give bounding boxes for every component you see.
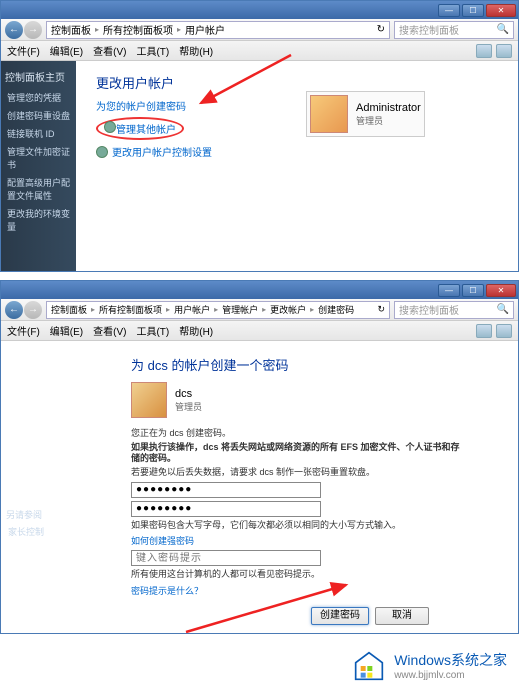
info-text: 若要避免以后丢失数据，请要求 dcs 制作一张密码重置软盘。 [131, 467, 461, 479]
password-hint-input[interactable] [131, 550, 321, 566]
breadcrumb[interactable]: 管理帐户 [222, 303, 258, 316]
sidebar-item-onlineid[interactable]: 链接联机 ID [5, 126, 72, 141]
sidebar-item-credentials[interactable]: 管理您的凭据 [5, 90, 72, 105]
strong-password-link[interactable]: 如何创建强密码 [131, 534, 518, 547]
help-icon[interactable] [496, 44, 512, 58]
search-input[interactable]: 搜索控制面板 🔍 [394, 21, 514, 39]
cancel-button[interactable]: 取消 [375, 607, 429, 625]
page-title: 更改用户帐户 [96, 73, 498, 92]
main-content: 更改用户帐户 为您的帐户创建密码 管理其他帐户 更改用户帐户控制设置 Admi [76, 61, 518, 271]
house-logo-icon [352, 651, 386, 681]
confirm-password-input[interactable] [131, 501, 321, 517]
titlebar: — ☐ ✕ [1, 281, 518, 299]
shield-icon [104, 121, 116, 133]
breadcrumb[interactable]: 用户帐户 [185, 22, 225, 37]
menubar: 文件(F) 编辑(E) 查看(V) 工具(T) 帮助(H) [1, 321, 518, 341]
menu-view[interactable]: 查看(V) [93, 43, 126, 58]
minimize-button[interactable]: — [438, 284, 460, 297]
account-name: Administrator [356, 102, 421, 114]
navbar: ← → 控制面板▸ 所有控制面板项▸ 用户帐户 ↻ 搜索控制面板 🔍 [1, 19, 518, 41]
user-role: 管理员 [175, 400, 202, 413]
breadcrumb[interactable]: 创建密码 [318, 303, 354, 316]
address-bar[interactable]: 控制面板▸ 所有控制面板项▸ 用户帐户 ↻ [46, 21, 390, 39]
sidebar-item-resetdisk[interactable]: 创建密码重设盘 [5, 108, 72, 123]
nav-back-button[interactable]: ← [5, 301, 23, 319]
organize-icon[interactable] [476, 44, 492, 58]
minimize-button[interactable]: — [438, 4, 460, 17]
refresh-icon[interactable]: ↻ [377, 304, 385, 315]
menu-edit[interactable]: 编辑(E) [50, 323, 83, 338]
window-user-accounts: — ☐ ✕ ← → 控制面板▸ 所有控制面板项▸ 用户帐户 ↻ 搜索控制面板 🔍… [0, 0, 519, 272]
search-icon: 🔍 [497, 304, 509, 315]
sidebar-item-envvars[interactable]: 更改我的环境变量 [5, 206, 72, 234]
address-bar[interactable]: 控制面板▸ 所有控制面板项▸ 用户帐户▸ 管理帐户▸ 更改帐户▸ 创建密码 ↻ [46, 301, 390, 319]
info-text: 您正在为 dcs 创建密码。 [131, 428, 461, 440]
task-create-password[interactable]: 为您的帐户创建密码 [96, 98, 498, 113]
user-name: dcs [175, 388, 202, 400]
brand-url: www.bjjmlv.com [394, 670, 507, 681]
breadcrumb[interactable]: 控制面板 [51, 22, 91, 37]
navbar: ← → 控制面板▸ 所有控制面板项▸ 用户帐户▸ 管理帐户▸ 更改帐户▸ 创建密… [1, 299, 518, 321]
menu-edit[interactable]: 编辑(E) [50, 43, 83, 58]
breadcrumb[interactable]: 所有控制面板项 [103, 22, 173, 37]
hint-help-link[interactable]: 密码提示是什么？ [131, 584, 518, 597]
watermark: Windows系统之家 www.bjjmlv.com [0, 642, 519, 685]
new-password-input[interactable] [131, 482, 321, 498]
shield-icon [96, 146, 108, 158]
avatar [310, 95, 348, 133]
menu-view[interactable]: 查看(V) [93, 323, 126, 338]
search-icon: 🔍 [497, 24, 509, 35]
maximize-button[interactable]: ☐ [462, 4, 484, 17]
account-role: 管理员 [356, 114, 421, 127]
menu-help[interactable]: 帮助(H) [179, 323, 213, 338]
close-button[interactable]: ✕ [486, 4, 516, 17]
hint-desc: 所有使用这台计算机的人都可以看见密码提示。 [131, 569, 461, 581]
hint-label: 如果密码包含大写字母，它们每次都必须以相同的大小写方式输入。 [131, 520, 461, 532]
nav-back-button[interactable]: ← [5, 21, 23, 39]
menu-file[interactable]: 文件(F) [7, 43, 40, 58]
sidebar-item-certs[interactable]: 管理文件加密证书 [5, 144, 72, 172]
organize-icon[interactable] [476, 324, 492, 338]
avatar [131, 382, 167, 418]
page-title: 为 dcs 的帐户创建一个密码 [131, 355, 518, 374]
titlebar: — ☐ ✕ [1, 1, 518, 19]
account-tile[interactable]: Administrator 管理员 [306, 91, 425, 137]
main-content: 为 dcs 的帐户创建一个密码 dcs 管理员 您正在为 dcs 创建密码。 如… [1, 341, 518, 633]
nav-forward-button[interactable]: → [24, 301, 42, 319]
menu-tools[interactable]: 工具(T) [136, 323, 169, 338]
breadcrumb[interactable]: 所有控制面板项 [99, 303, 162, 316]
nav-forward-button[interactable]: → [24, 21, 42, 39]
breadcrumb[interactable]: 控制面板 [51, 303, 87, 316]
sidebar-title: 控制面板主页 [5, 69, 72, 84]
close-button[interactable]: ✕ [486, 284, 516, 297]
highlight-circle: 管理其他帐户 [96, 117, 184, 140]
menu-tools[interactable]: 工具(T) [136, 43, 169, 58]
search-input[interactable]: 搜索控制面板 🔍 [394, 301, 514, 319]
breadcrumb[interactable]: 用户帐户 [174, 303, 210, 316]
breadcrumb[interactable]: 更改帐户 [270, 303, 306, 316]
create-password-button[interactable]: 创建密码 [311, 607, 369, 625]
refresh-icon[interactable]: ↻ [377, 24, 385, 35]
menubar: 文件(F) 编辑(E) 查看(V) 工具(T) 帮助(H) [1, 41, 518, 61]
menu-help[interactable]: 帮助(H) [179, 43, 213, 58]
brand-name: Windows系统之家 [394, 650, 507, 670]
sidebar-item-profiles[interactable]: 配置高级用户配置文件属性 [5, 175, 72, 203]
maximize-button[interactable]: ☐ [462, 284, 484, 297]
task-manage-accounts[interactable]: 管理其他帐户 [116, 121, 176, 136]
help-icon[interactable] [496, 324, 512, 338]
menu-file[interactable]: 文件(F) [7, 323, 40, 338]
sidebar: 控制面板主页 管理您的凭据 创建密码重设盘 链接联机 ID 管理文件加密证书 配… [1, 61, 76, 271]
warning-text: 如果执行该操作，dcs 将丢失网站或网络资源的所有 EFS 加密文件、个人证书和… [131, 442, 461, 465]
task-uac-settings[interactable]: 更改用户帐户控制设置 [112, 144, 212, 159]
window-create-password: — ☐ ✕ ← → 控制面板▸ 所有控制面板项▸ 用户帐户▸ 管理帐户▸ 更改帐… [0, 280, 519, 634]
